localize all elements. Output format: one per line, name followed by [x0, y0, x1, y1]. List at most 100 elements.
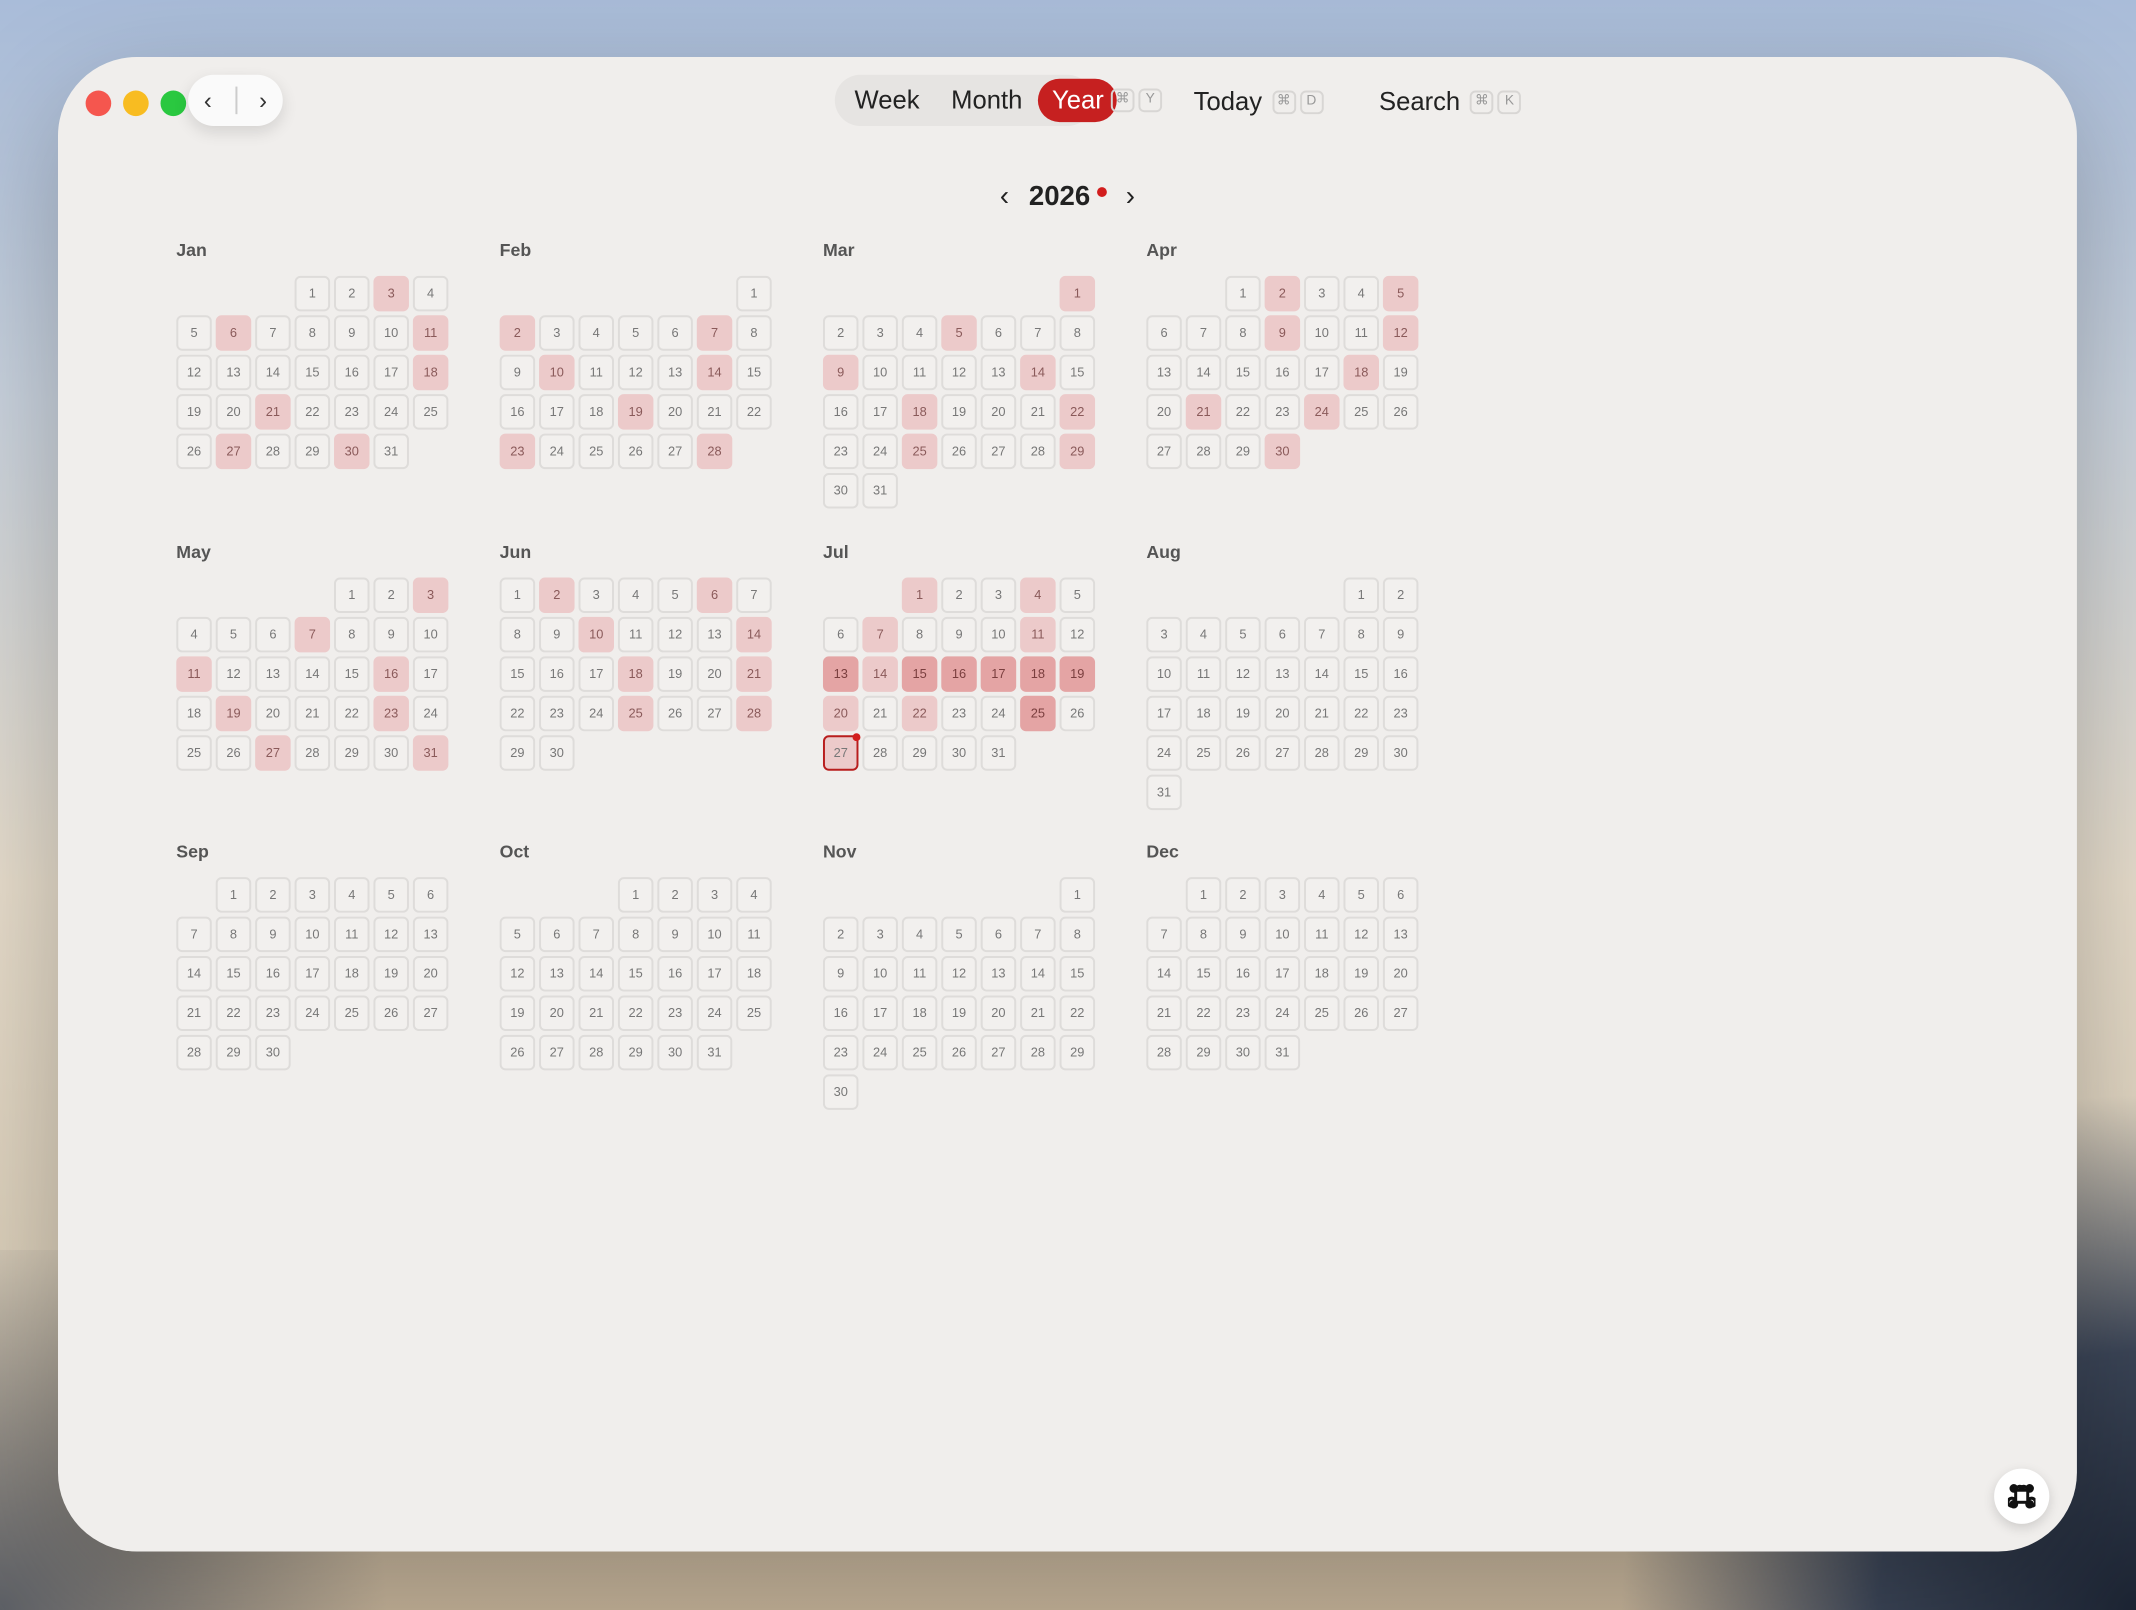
day-cell[interactable]: 20 [1146, 394, 1182, 430]
day-cell[interactable]: 17 [862, 394, 898, 430]
day-cell[interactable]: 27 [1264, 735, 1301, 771]
day-cell[interactable]: 7 [736, 577, 772, 613]
day-cell[interactable]: 27 [1382, 995, 1419, 1031]
day-cell[interactable]: 26 [1343, 995, 1379, 1031]
day-cell[interactable]: 19 [1059, 656, 1096, 692]
day-cell[interactable]: 31 [862, 473, 898, 509]
day-cell[interactable]: 23 [499, 433, 536, 470]
day-cell[interactable]: 17 [412, 656, 449, 692]
day-cell[interactable]: 14 [696, 354, 733, 391]
day-cell[interactable]: 6 [822, 616, 859, 653]
day-cell[interactable]: 14 [578, 956, 614, 992]
day-cell[interactable]: 30 [373, 735, 409, 771]
day-cell[interactable]: 5 [657, 577, 693, 613]
day-cell[interactable]: 4 [176, 616, 212, 653]
day-cell[interactable]: 16 [822, 394, 859, 430]
day-cell[interactable]: 26 [176, 433, 212, 470]
day-cell[interactable]: 16 [657, 956, 693, 992]
day-cell[interactable]: 20 [1382, 956, 1419, 992]
day-cell[interactable]: 25 [901, 1034, 938, 1071]
day-cell[interactable]: 27 [539, 1034, 575, 1071]
day-cell[interactable]: 24 [862, 433, 898, 470]
day-cell[interactable]: 30 [657, 1034, 693, 1071]
day-cell[interactable]: 2 [255, 877, 291, 913]
day-cell[interactable]: 18 [1304, 956, 1340, 992]
day-cell[interactable]: 9 [1225, 916, 1261, 953]
day-cell[interactable]: 26 [941, 1034, 977, 1071]
day-cell[interactable]: 19 [941, 394, 977, 430]
day-cell[interactable]: 4 [412, 275, 449, 312]
day-cell[interactable]: 30 [255, 1034, 291, 1071]
day-cell[interactable]: 21 [1146, 995, 1182, 1031]
day-cell[interactable]: 2 [822, 916, 859, 953]
day-cell[interactable]: 23 [657, 995, 693, 1031]
day-cell[interactable]: 24 [696, 995, 733, 1031]
day-cell[interactable]: 17 [1264, 956, 1301, 992]
day-cell[interactable]: 6 [1146, 315, 1182, 351]
day-cell[interactable]: 24 [1264, 995, 1301, 1031]
view-month-tab[interactable]: Month [935, 79, 1038, 122]
day-cell[interactable]: 12 [1059, 616, 1096, 653]
day-cell[interactable]: 3 [1304, 275, 1340, 312]
day-cell[interactable]: 3 [1264, 877, 1301, 913]
day-cell[interactable]: 19 [215, 695, 252, 732]
day-cell[interactable]: 5 [1059, 577, 1096, 613]
day-cell[interactable]: 5 [1225, 616, 1261, 653]
day-cell[interactable]: 17 [1304, 354, 1340, 391]
day-cell[interactable]: 2 [1382, 577, 1419, 613]
day-cell[interactable]: 24 [412, 695, 449, 732]
day-cell[interactable]: 25 [736, 995, 772, 1031]
day-cell[interactable]: 18 [334, 956, 370, 992]
day-cell[interactable]: 11 [736, 916, 772, 953]
day-cell[interactable]: 26 [941, 433, 977, 470]
day-cell[interactable]: 27 [822, 733, 861, 771]
day-cell[interactable]: 25 [334, 995, 370, 1031]
day-cell[interactable]: 18 [901, 995, 938, 1031]
day-cell[interactable]: 22 [1059, 394, 1096, 430]
prev-year-icon[interactable]: ‹ [1000, 179, 1009, 211]
day-cell[interactable]: 29 [215, 1034, 252, 1071]
day-cell[interactable]: 28 [1020, 433, 1056, 470]
day-cell[interactable]: 30 [1264, 433, 1301, 470]
day-cell[interactable]: 10 [862, 956, 898, 992]
back-arrow-icon[interactable]: ‹ [204, 87, 212, 115]
day-cell[interactable]: 4 [901, 916, 938, 953]
day-cell[interactable]: 7 [578, 916, 614, 953]
day-cell[interactable]: 24 [980, 695, 1017, 732]
day-cell[interactable]: 10 [862, 354, 898, 391]
day-cell[interactable]: 28 [294, 735, 331, 771]
day-cell[interactable]: 10 [696, 916, 733, 953]
day-cell[interactable]: 30 [539, 735, 575, 771]
day-cell[interactable]: 3 [862, 315, 898, 351]
day-cell[interactable]: 1 [294, 275, 331, 312]
day-cell[interactable]: 21 [1020, 394, 1056, 430]
day-cell[interactable]: 12 [176, 354, 212, 391]
view-week-tab[interactable]: Week [839, 79, 936, 122]
next-year-icon[interactable]: › [1126, 179, 1135, 211]
day-cell[interactable]: 14 [1020, 956, 1056, 992]
day-cell[interactable]: 11 [901, 354, 938, 391]
day-cell[interactable]: 1 [736, 275, 772, 312]
day-cell[interactable]: 17 [578, 656, 614, 692]
day-cell[interactable]: 15 [1059, 956, 1096, 992]
day-cell[interactable]: 19 [657, 656, 693, 692]
day-cell[interactable]: 9 [1382, 616, 1419, 653]
day-cell[interactable]: 22 [1343, 695, 1379, 732]
day-cell[interactable]: 4 [901, 315, 938, 351]
day-cell[interactable]: 12 [941, 956, 977, 992]
day-cell[interactable]: 22 [1225, 394, 1261, 430]
day-cell[interactable]: 5 [617, 315, 654, 351]
day-cell[interactable]: 21 [176, 995, 212, 1031]
day-cell[interactable]: 20 [215, 394, 252, 430]
day-cell[interactable]: 29 [1185, 1034, 1222, 1071]
day-cell[interactable]: 25 [1020, 695, 1056, 732]
day-cell[interactable]: 9 [1264, 315, 1301, 351]
day-cell[interactable]: 18 [1020, 656, 1056, 692]
day-cell[interactable]: 20 [1264, 695, 1301, 732]
day-cell[interactable]: 21 [1304, 695, 1340, 732]
day-cell[interactable]: 17 [373, 354, 409, 391]
day-cell[interactable]: 28 [736, 695, 772, 732]
day-cell[interactable]: 16 [1225, 956, 1261, 992]
day-cell[interactable]: 21 [1185, 394, 1222, 430]
day-cell[interactable]: 1 [1185, 877, 1222, 913]
